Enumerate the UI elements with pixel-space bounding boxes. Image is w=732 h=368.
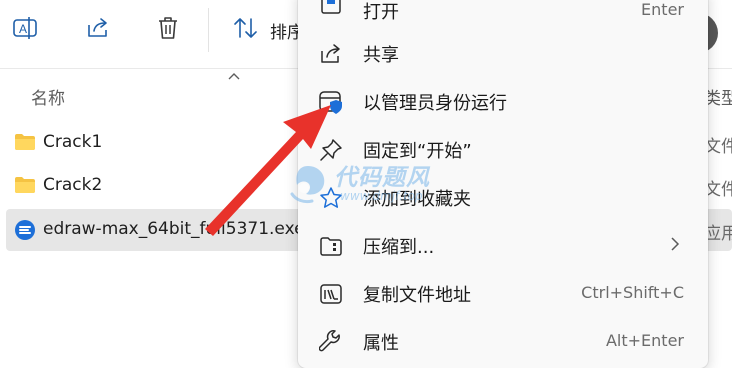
- column-header-type[interactable]: 类型: [704, 84, 732, 109]
- file-name: Crack2: [43, 175, 103, 195]
- rename-icon: A: [13, 17, 37, 39]
- watermark-url: www.dmjf.top: [340, 189, 423, 203]
- share-icon: [318, 41, 344, 67]
- menu-item-properties[interactable]: 属性 Alt+Enter: [298, 317, 708, 365]
- file-name: edraw-max_64bit_full5371.exe: [43, 219, 305, 239]
- watermark-logo: [290, 166, 325, 204]
- share-button[interactable]: [84, 14, 112, 42]
- sort-button[interactable]: [232, 14, 260, 42]
- archive-icon: [318, 233, 344, 259]
- menu-item-share[interactable]: 共享: [298, 29, 708, 77]
- svg-text:A: A: [19, 22, 27, 36]
- copy-path-icon: [318, 281, 344, 307]
- menu-item-label: 属性: [363, 333, 399, 354]
- trash-icon: [159, 17, 177, 39]
- admin-shield-icon: [318, 89, 344, 115]
- menu-item-shortcut: Ctrl+Shift+C: [581, 283, 684, 302]
- app-icon: [15, 220, 35, 240]
- file-type: 应用: [704, 224, 732, 244]
- column-header-name[interactable]: 名称: [31, 84, 65, 109]
- chevron-right-icon: [671, 237, 680, 251]
- watermark: 代码题风 www.dmjf.top: [288, 158, 430, 220]
- folder-icon: [15, 177, 35, 193]
- menu-item-compress-to[interactable]: 压缩到...: [298, 221, 708, 269]
- folder-icon: [15, 134, 35, 150]
- menu-item-label: 打开: [363, 2, 399, 23]
- menu-item-shortcut: Enter: [641, 0, 684, 19]
- menu-item-label: 以管理员身份运行: [363, 93, 507, 114]
- file-name: Crack1: [43, 132, 103, 152]
- menu-item-label: 压缩到...: [363, 237, 435, 258]
- open-icon: [318, 0, 344, 18]
- sort-ascending-icon: [228, 73, 240, 80]
- watermark-title: 代码题风: [334, 165, 430, 191]
- delete-button[interactable]: [154, 14, 182, 42]
- menu-item-shortcut: Alt+Enter: [605, 331, 684, 350]
- share-icon: [88, 18, 107, 37]
- menu-item-label: 复制文件地址: [363, 285, 471, 306]
- menu-item-label: 共享: [363, 45, 399, 66]
- menu-item-run-as-admin[interactable]: 以管理员身份运行: [298, 77, 708, 125]
- sort-icon: [234, 18, 257, 38]
- menu-item-copy-path[interactable]: 复制文件地址 Ctrl+Shift+C: [298, 269, 708, 317]
- rename-button[interactable]: A: [11, 14, 39, 42]
- file-type: 文件: [704, 137, 732, 157]
- file-type: 文件: [704, 180, 732, 200]
- toolbar-divider: [208, 8, 209, 52]
- wrench-icon: [318, 329, 344, 355]
